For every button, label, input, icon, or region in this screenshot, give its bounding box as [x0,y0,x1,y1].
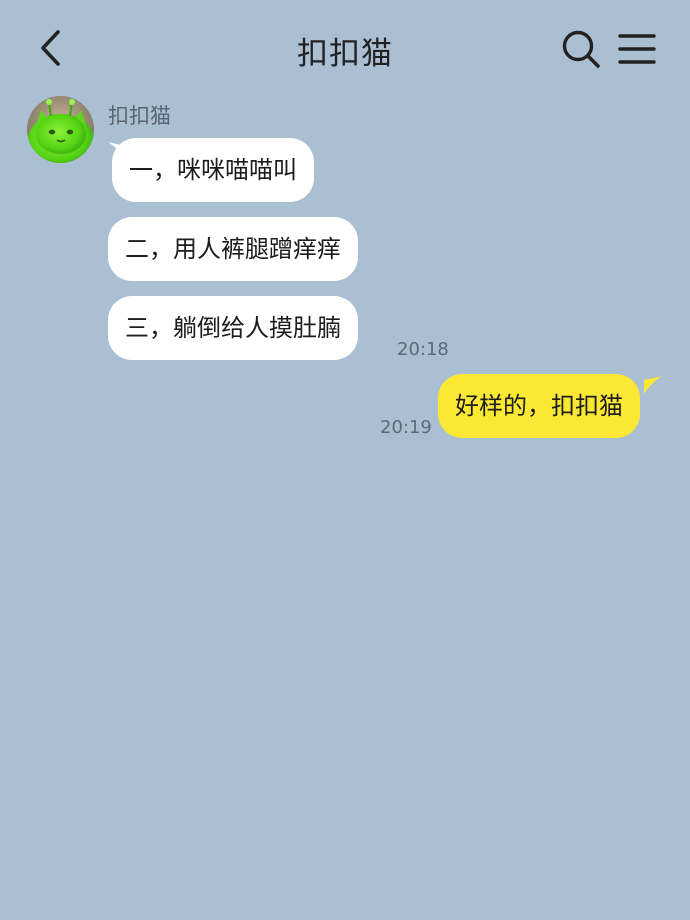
message-bubble-incoming[interactable]: 一，咪咪喵喵叫 [112,138,314,202]
green-cat-avatar-icon [27,96,94,163]
message-timestamp: 20:18 [397,339,449,360]
message-text: 好样的，扣扣猫 [455,392,623,420]
message-bubble-incoming[interactable]: 二，用人裤腿蹭痒痒 [108,217,358,281]
search-button[interactable] [558,26,604,72]
menu-button[interactable] [616,28,658,70]
chat-header: 扣扣猫 [0,0,690,100]
search-icon [562,30,600,68]
message-timestamp: 20:19 [380,417,432,438]
message-text: 一，咪咪喵喵叫 [129,156,297,184]
message-bubble-incoming[interactable]: 三，躺倒给人摸肚腩 [108,296,358,360]
message-text: 二，用人裤腿蹭痒痒 [125,235,341,263]
contact-avatar[interactable] [27,96,94,163]
message-text: 三，躺倒给人摸肚腩 [125,314,341,342]
menu-icon [618,34,656,64]
bubble-tail [644,376,662,394]
message-bubble-outgoing[interactable]: 好样的，扣扣猫 [438,374,640,438]
sender-name: 扣扣猫 [108,104,171,128]
